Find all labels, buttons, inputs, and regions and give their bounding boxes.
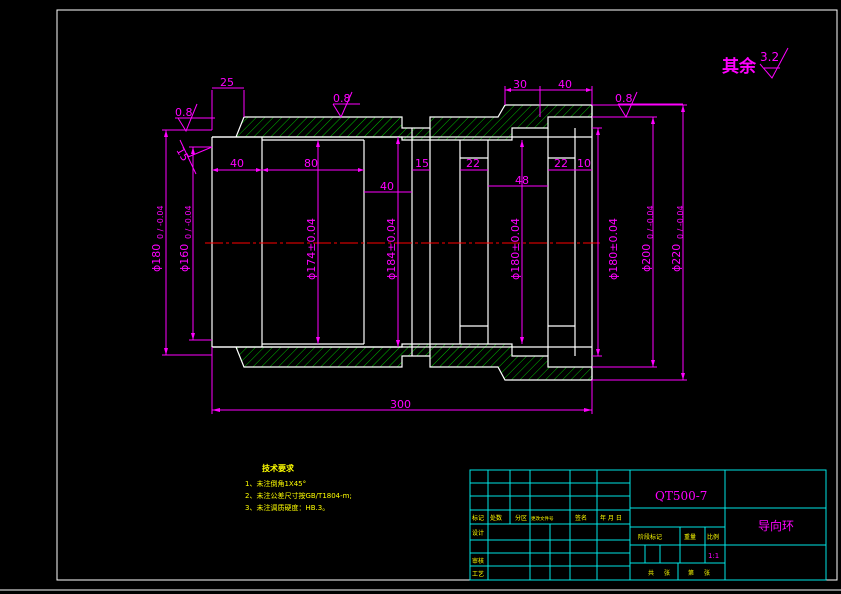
tb-zone: 分区	[515, 514, 527, 522]
dim-d180-outer: ϕ180	[150, 244, 163, 272]
tb-weight: 重量	[684, 533, 696, 541]
dim-40-left: 40	[230, 157, 244, 170]
tb-count: 处数	[490, 514, 502, 522]
engineering-drawing: 其余 3.2 25 30 40 0.8 0.8 0.8 15 40 80 40 …	[0, 9, 841, 591]
tb-sheets-a: 共	[648, 569, 654, 577]
material-label: QT500-7	[655, 489, 707, 503]
tb-scale: 比例	[707, 533, 719, 541]
tb-sheet-b: 张	[704, 569, 710, 577]
roughness-other: 其余 3.2	[722, 47, 789, 79]
roughness-other-value: 3.2	[760, 50, 779, 64]
dim-d200: ϕ200	[640, 244, 653, 272]
tb-sheet-a: 第	[688, 569, 694, 577]
dim-10: 10	[577, 157, 591, 170]
dim-40-top: 40	[558, 78, 572, 91]
tb-mark: 标记	[472, 514, 484, 522]
roughness-top: 0.8	[333, 92, 351, 105]
dim-d180-outer-tol: 0 / -0.04	[156, 205, 165, 239]
dim-bevel: 15	[173, 145, 191, 164]
note-2: 2、未注公差尺寸按GB/T1804-m;	[245, 491, 352, 500]
dim-40-mid: 40	[380, 180, 394, 193]
tb-design: 设计	[472, 529, 484, 537]
tb-date: 年 月 日	[600, 514, 622, 522]
roughness-left: 0.8	[175, 106, 193, 119]
tb-sign: 签名	[575, 514, 587, 522]
tb-doc: 更改文件号	[531, 515, 554, 522]
tb-sheets-b: 张	[664, 569, 670, 577]
notes-title: 技术要求	[262, 463, 295, 473]
dim-80: 80	[304, 157, 318, 170]
tb-review: 审核	[472, 557, 484, 565]
tb-process: 工艺	[472, 570, 484, 578]
scale-value: 1:1	[708, 552, 719, 560]
title-block: QT500-7 导向环 1:1 标记 处数 分区 更改文件号 签名 年 月 日 …	[469, 469, 827, 581]
dim-d180-right: ϕ180±0.04	[607, 218, 620, 280]
dim-d184: ϕ184±0.04	[385, 218, 398, 280]
note-3: 3、未注调质硬度：HB.3。	[245, 503, 329, 512]
technical-notes: 技术要求 1、未注倒角1X45° 2、未注公差尺寸按GB/T1804-m; 3、…	[245, 463, 352, 512]
dim-chamfer: 25	[220, 76, 234, 89]
dim-d160: ϕ160	[178, 244, 191, 272]
dim-22a: 22	[466, 157, 480, 170]
dim-d160-tol: 0 / -0.04	[184, 205, 193, 239]
note-1: 1、未注倒角1X45°	[245, 479, 306, 488]
part-name: 导向环	[758, 518, 794, 533]
dim-300: 300	[390, 398, 411, 411]
tb-stage: 阶段标记	[638, 533, 662, 541]
dim-30: 30	[513, 78, 527, 91]
dim-d220: ϕ220	[670, 244, 683, 272]
section-top	[212, 104, 593, 141]
dim-d200-tol: 0 / -0.04	[646, 205, 655, 239]
roughness-other-label: 其余	[722, 56, 757, 77]
dim-d220-tol: 0 / -0.04	[676, 205, 685, 239]
roughness-right: 0.8	[615, 92, 633, 105]
drawing-border	[56, 9, 838, 581]
dim-d180-mid: ϕ180±0.04	[509, 218, 522, 280]
dim-15: 15	[415, 157, 429, 170]
dim-22b: 22	[554, 157, 568, 170]
dim-48: 48	[515, 174, 529, 187]
section-bottom	[212, 343, 593, 381]
dim-d174: ϕ174±0.04	[305, 218, 318, 280]
